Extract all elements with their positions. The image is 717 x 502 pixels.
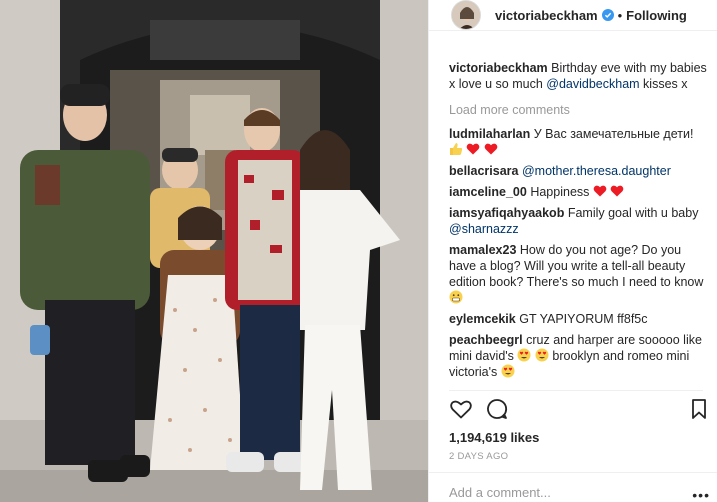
comment-item: iamceline_00 Happiness xyxy=(449,184,711,200)
comment-text: GT YAPIYORUM ff8f5c xyxy=(519,312,648,326)
post-photo[interactable] xyxy=(0,0,428,502)
comment-username-link[interactable]: iamsyafiqahyaakob xyxy=(449,206,564,220)
heart-icon xyxy=(484,143,498,155)
post-header: victoriabeckham • Following xyxy=(429,0,717,31)
comment-username-link[interactable]: eylemcekik xyxy=(449,312,516,326)
post-actions-bar xyxy=(449,397,713,421)
comment-username-link[interactable]: iamceline_00 xyxy=(449,185,527,199)
post-details-panel: victoriabeckham • Following victoriabeck… xyxy=(428,0,717,502)
comment-text: У Вас замечательные дети! xyxy=(533,127,694,141)
comment-username-link[interactable]: bellacrisara xyxy=(449,164,519,178)
ellipsis-icon[interactable]: ••• xyxy=(692,487,710,502)
comment-text: Family goal with u baby xyxy=(567,206,699,220)
post-caption: victoriabeckham Birthday eve with my bab… xyxy=(449,60,711,92)
add-comment-bar: ••• xyxy=(429,472,717,502)
comments-list[interactable]: victoriabeckham Birthday eve with my bab… xyxy=(449,60,711,390)
family-photo-illustration xyxy=(0,0,428,502)
caption-text-end: kisses x xyxy=(639,77,688,91)
caption-mention-link[interactable]: @davidbeckham xyxy=(546,77,639,91)
add-comment-input[interactable] xyxy=(449,485,679,500)
comment-item: mamalex23 How do you not age? Do you hav… xyxy=(449,242,711,306)
comment-username-link[interactable]: ludmilaharlan xyxy=(449,127,530,141)
heart-icon xyxy=(467,143,480,155)
avatar-image xyxy=(452,1,480,29)
heart-outline-icon[interactable] xyxy=(449,397,473,421)
comment-item: ludmilaharlan У Вас замечательные дети! xyxy=(449,126,711,158)
grimace-emoji-icon xyxy=(449,290,463,304)
heart-eyes-emoji-icon xyxy=(535,348,549,362)
heart-eyes-emoji-icon xyxy=(501,364,515,378)
comment-mention-link[interactable]: @mother.theresa.daughter xyxy=(522,164,671,178)
comment-username-link[interactable]: mamalex23 xyxy=(449,243,516,257)
caption-username-link[interactable]: victoriabeckham xyxy=(449,61,548,75)
comment-mention-link[interactable]: @sharnazzz xyxy=(449,222,519,236)
comment-username-link[interactable]: peachbeegrl xyxy=(449,333,523,347)
heart-icon xyxy=(593,185,607,197)
following-button[interactable]: Following xyxy=(626,8,687,23)
speech-bubble-icon[interactable] xyxy=(485,397,509,421)
load-more-comments-button[interactable]: Load more comments xyxy=(449,102,711,118)
header-username-link[interactable]: victoriabeckham xyxy=(495,8,598,23)
verified-badge-icon xyxy=(601,9,614,21)
header-separator: • xyxy=(617,7,623,23)
heart-icon xyxy=(611,185,624,197)
bookmark-icon[interactable] xyxy=(687,397,711,421)
comment-item: bellacrisara @mother.theresa.daughter xyxy=(449,163,711,179)
heart-eyes-emoji-icon xyxy=(517,348,531,362)
post-timestamp[interactable]: 2 DAYS AGO xyxy=(449,451,508,462)
avatar[interactable] xyxy=(451,0,481,30)
comment-item: eylemcekik GT YAPIYORUM ff8f5c xyxy=(449,311,711,327)
thumbs-up-icon xyxy=(450,143,463,155)
likes-count[interactable]: 1,194,619 likes xyxy=(449,430,539,445)
comment-text: Happiness xyxy=(530,185,590,199)
comment-item: iamsyafiqahyaakob Family goal with u bab… xyxy=(449,205,711,237)
comment-item: peachbeegrl cruz and harper are sooooo l… xyxy=(449,332,711,380)
actions-divider xyxy=(449,390,703,391)
